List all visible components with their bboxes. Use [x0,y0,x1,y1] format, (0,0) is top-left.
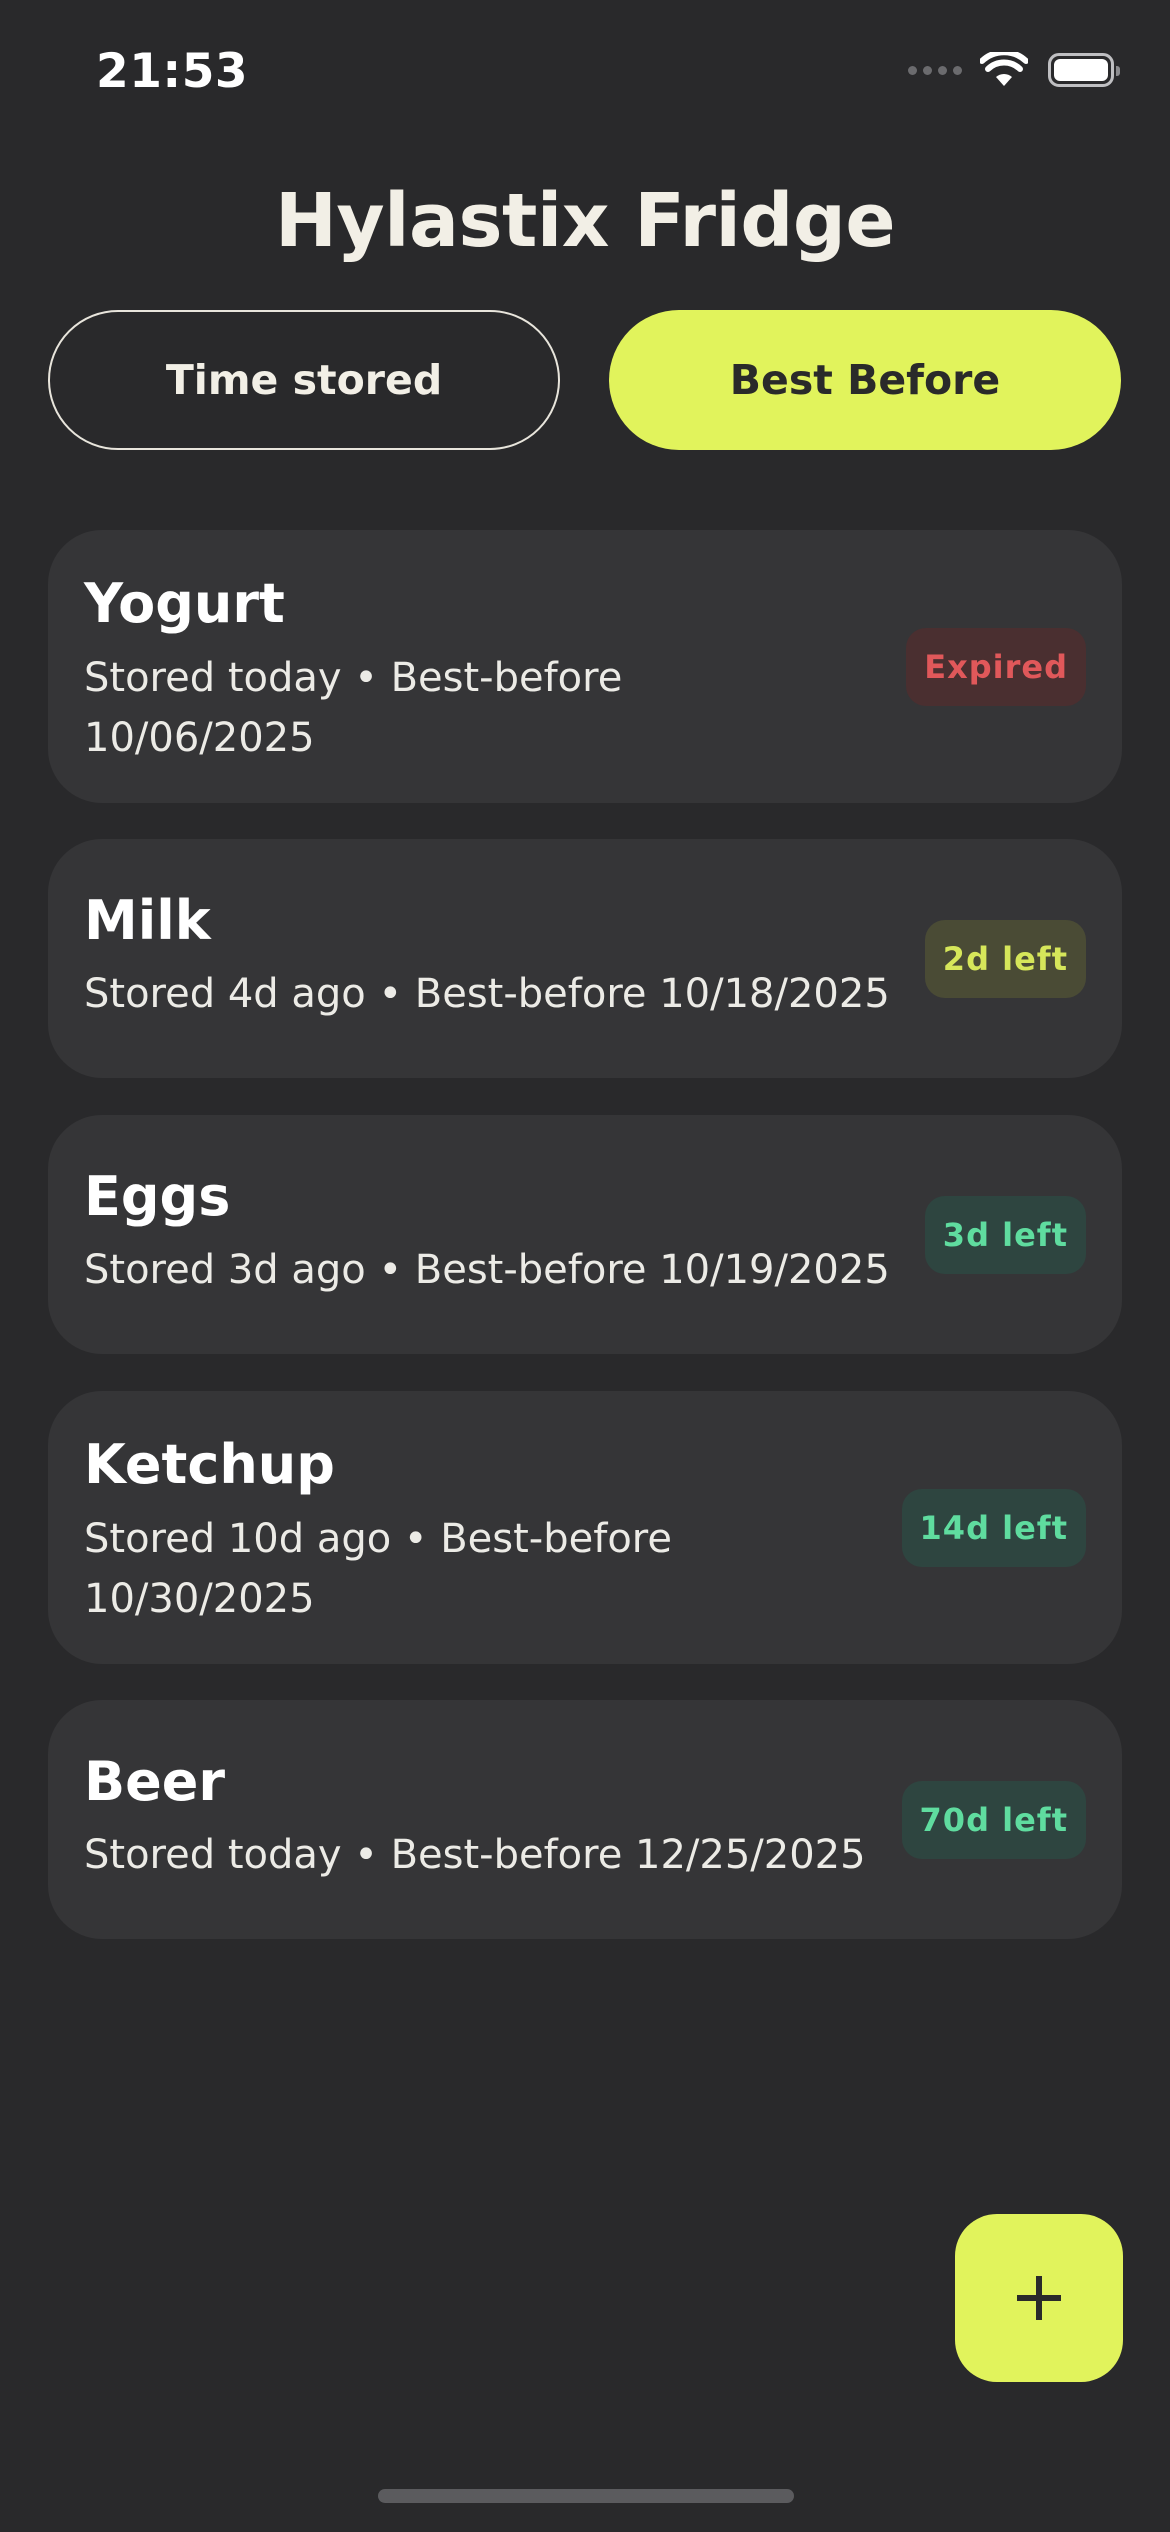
battery-icon [1048,53,1120,87]
fridge-screen: 21:53 Hylastix Fridge Time stored Best B… [0,0,1170,2532]
item-name: Eggs [84,1165,231,1228]
sort-time-stored-button[interactable]: Time stored [48,310,560,450]
status-badge: 3d left [924,1196,1086,1274]
item-card-milk[interactable]: Milk Stored 4d ago • Best-before 10/18/2… [48,839,1122,1078]
status-badge: 2d left [924,920,1086,998]
item-name: Yogurt [84,572,285,635]
item-meta: Stored 10d ago • Best-before 10/30/2025 [84,1509,672,1629]
item-name: Ketchup [84,1433,335,1496]
sort-best-before-button[interactable]: Best Before [609,310,1121,450]
status-time: 21:53 [96,44,249,99]
item-card-beer[interactable]: Beer Stored today • Best-before 12/25/20… [48,1700,1122,1939]
status-badge: Expired [906,628,1086,706]
status-indicators [908,52,1120,88]
item-meta: Stored 3d ago • Best-before 10/19/2025 [84,1247,890,1293]
add-item-button[interactable] [955,2214,1123,2382]
status-badge: 70d left [901,1781,1086,1859]
item-card-ketchup[interactable]: Ketchup Stored 10d ago • Best-before 10/… [48,1391,1122,1664]
item-meta: Stored today • Best-before 10/06/2025 [84,648,622,768]
home-indicator[interactable] [378,2489,794,2503]
item-card-yogurt[interactable]: Yogurt Stored today • Best-before 10/06/… [48,530,1122,803]
item-meta: Stored today • Best-before 12/25/2025 [84,1832,866,1878]
item-meta-line: Stored today • Best-before [84,655,623,701]
wifi-icon [980,52,1028,86]
item-meta-line: 10/06/2025 [84,715,315,761]
item-meta-line: Stored 10d ago • Best-before [84,1516,672,1562]
item-name: Beer [84,1750,226,1813]
item-card-eggs[interactable]: Eggs Stored 3d ago • Best-before 10/19/2… [48,1115,1122,1354]
item-meta: Stored 4d ago • Best-before 10/18/2025 [84,971,890,1017]
page-title: Hylastix Fridge [274,178,896,264]
item-meta-line: 10/30/2025 [84,1576,315,1622]
plus-icon [1017,2276,1061,2320]
item-name: Milk [84,889,211,952]
status-badge: 14d left [901,1489,1086,1567]
cellular-signal-icon [908,65,962,75]
